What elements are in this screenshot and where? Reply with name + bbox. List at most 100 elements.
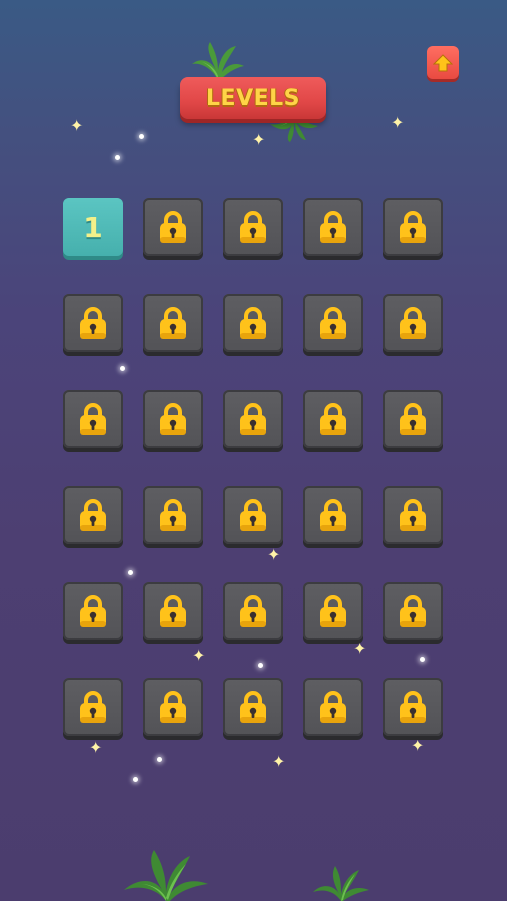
level-tile-locked[interactable] — [223, 678, 283, 740]
sparkle-decoration — [115, 155, 120, 160]
home-button[interactable] — [427, 46, 459, 79]
tile-face — [383, 390, 443, 448]
padlock-icon — [398, 210, 428, 244]
padlock-icon — [78, 402, 108, 436]
padlock-icon — [78, 690, 108, 724]
tile-face — [223, 390, 283, 448]
level-tile-locked[interactable] — [143, 678, 203, 740]
level-tile-locked[interactable] — [383, 294, 443, 356]
level-tile-locked[interactable] — [303, 390, 363, 452]
level-tile-locked[interactable] — [143, 486, 203, 548]
level-tile-locked[interactable] — [303, 486, 363, 548]
padlock-icon — [318, 498, 348, 532]
tile-face — [223, 582, 283, 640]
home-arrow-up-icon — [433, 53, 453, 71]
padlock-icon — [318, 690, 348, 724]
tile-face — [143, 294, 203, 352]
padlock-icon — [158, 690, 188, 724]
tile-face — [303, 198, 363, 256]
star-decoration: ✦ — [272, 752, 286, 771]
star-decoration: ✦ — [70, 116, 84, 135]
tile-face — [383, 294, 443, 352]
tile-face — [63, 678, 123, 736]
padlock-icon — [238, 594, 268, 628]
level-tile-locked[interactable] — [303, 294, 363, 356]
tile-face — [143, 582, 203, 640]
page-title: LEVELS — [206, 85, 300, 111]
levels-title-banner: LEVELS — [180, 77, 326, 119]
padlock-icon — [398, 690, 428, 724]
level-tile-locked[interactable] — [63, 390, 123, 452]
level-tile-locked[interactable] — [383, 582, 443, 644]
padlock-icon — [78, 306, 108, 340]
level-tile-locked[interactable] — [223, 198, 283, 260]
padlock-icon — [238, 690, 268, 724]
padlock-icon — [318, 594, 348, 628]
padlock-icon — [398, 594, 428, 628]
plant-decoration — [192, 42, 244, 80]
padlock-icon — [158, 210, 188, 244]
level-tile-locked[interactable] — [63, 294, 123, 356]
padlock-icon — [398, 306, 428, 340]
level-number: 1 — [83, 210, 103, 244]
tile-face — [223, 294, 283, 352]
padlock-icon — [238, 402, 268, 436]
level-tile-locked[interactable] — [63, 582, 123, 644]
level-tile-locked[interactable] — [63, 678, 123, 740]
padlock-icon — [398, 498, 428, 532]
padlock-icon — [398, 402, 428, 436]
sparkle-decoration — [133, 777, 138, 782]
level-tile-unlocked[interactable]: 1 — [63, 198, 123, 260]
level-tile-locked[interactable] — [63, 486, 123, 548]
padlock-icon — [158, 594, 188, 628]
tile-face — [303, 582, 363, 640]
level-tile-locked[interactable] — [143, 582, 203, 644]
padlock-icon — [158, 498, 188, 532]
padlock-icon — [318, 210, 348, 244]
level-tile-locked[interactable] — [223, 582, 283, 644]
level-tile-locked[interactable] — [383, 678, 443, 740]
level-tile-locked[interactable] — [223, 294, 283, 356]
tile-face — [143, 390, 203, 448]
level-tile-locked[interactable] — [223, 486, 283, 548]
level-tile-locked[interactable] — [303, 678, 363, 740]
tile-face: 1 — [63, 198, 123, 256]
level-tile-locked[interactable] — [143, 198, 203, 260]
padlock-icon — [318, 306, 348, 340]
tile-face — [303, 294, 363, 352]
tile-face — [303, 678, 363, 736]
tile-face — [223, 678, 283, 736]
plant-decoration — [313, 866, 369, 901]
level-grid: 1 — [63, 198, 443, 740]
level-tile-locked[interactable] — [383, 486, 443, 548]
padlock-icon — [238, 306, 268, 340]
sparkle-decoration — [139, 134, 144, 139]
padlock-icon — [78, 594, 108, 628]
tile-face — [383, 198, 443, 256]
plant-decoration — [124, 850, 208, 901]
level-tile-locked[interactable] — [383, 198, 443, 260]
level-tile-locked[interactable] — [383, 390, 443, 452]
tile-face — [143, 678, 203, 736]
tile-face — [63, 582, 123, 640]
tile-face — [303, 486, 363, 544]
padlock-icon — [238, 498, 268, 532]
tile-face — [383, 678, 443, 736]
level-tile-locked[interactable] — [143, 390, 203, 452]
tile-face — [143, 486, 203, 544]
tile-face — [63, 294, 123, 352]
tile-face — [383, 486, 443, 544]
level-tile-locked[interactable] — [303, 198, 363, 260]
level-tile-locked[interactable] — [223, 390, 283, 452]
sparkle-decoration — [157, 757, 162, 762]
tile-face — [223, 486, 283, 544]
tile-face — [223, 198, 283, 256]
padlock-icon — [78, 498, 108, 532]
padlock-icon — [158, 306, 188, 340]
padlock-icon — [238, 210, 268, 244]
padlock-icon — [158, 402, 188, 436]
padlock-icon — [318, 402, 348, 436]
tile-face — [143, 198, 203, 256]
level-tile-locked[interactable] — [143, 294, 203, 356]
level-tile-locked[interactable] — [303, 582, 363, 644]
